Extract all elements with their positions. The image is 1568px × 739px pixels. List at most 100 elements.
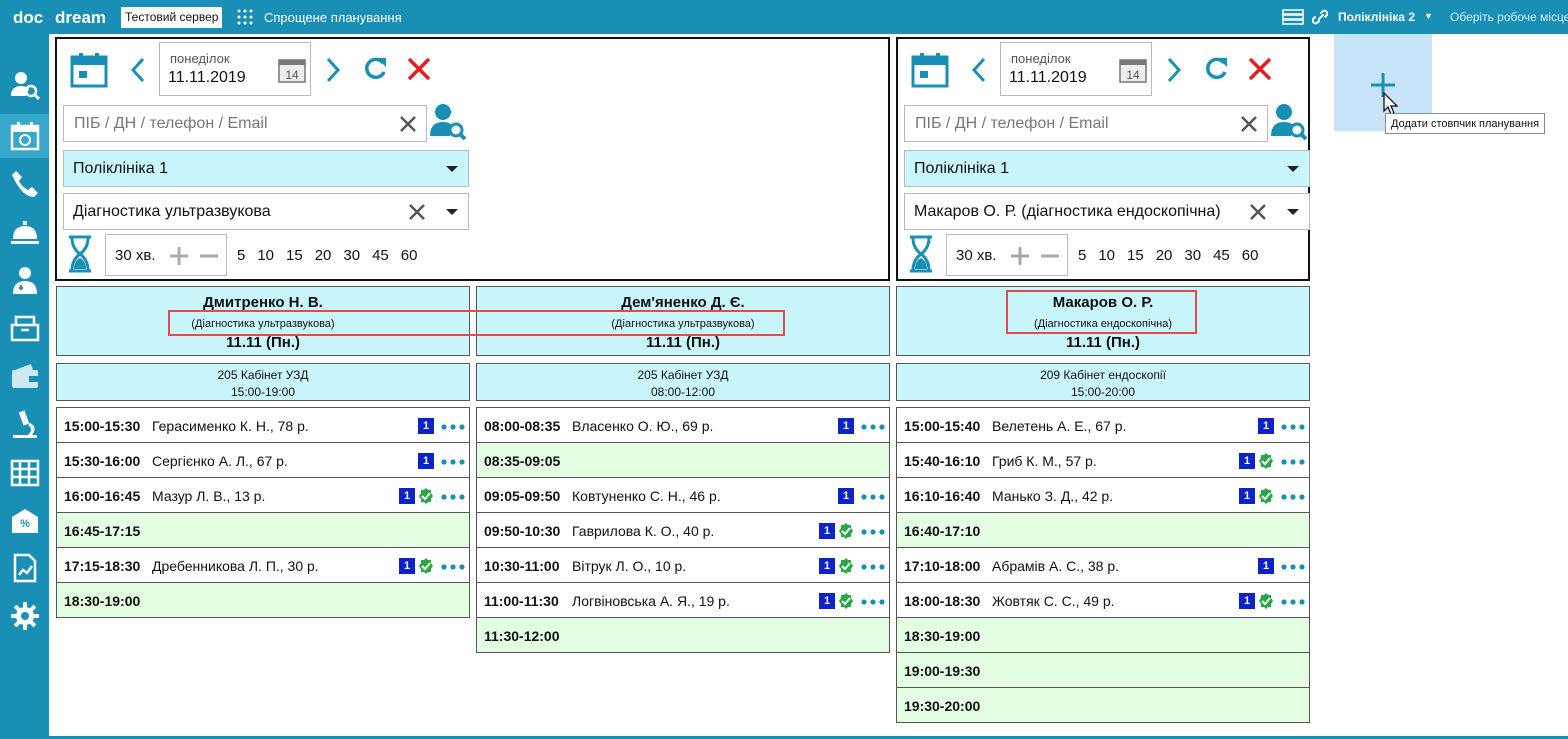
appointment-slot[interactable]: 11:00-11:30 Логвіновська А. Я., 19 р. 1 bbox=[477, 583, 889, 618]
appointment-slot[interactable]: 09:05-09:50 Ковтуненко С. Н., 46 р. 1 bbox=[477, 478, 889, 513]
free-slot[interactable]: 08:35-09:05 bbox=[477, 443, 889, 478]
free-slot[interactable]: 18:30-19:00 bbox=[57, 583, 469, 618]
clear-icon[interactable] bbox=[408, 203, 426, 221]
doctor-header[interactable]: Макаров О. Р. (Діагностика ендоскопічна)… bbox=[896, 286, 1310, 356]
workplace-selector[interactable]: Оберіть робоче місце bbox=[1450, 10, 1568, 24]
refresh-icon[interactable] bbox=[362, 55, 388, 83]
interval-option[interactable]: 10 bbox=[1098, 247, 1115, 264]
interval-option[interactable]: 30 bbox=[1184, 247, 1201, 264]
interval-value[interactable]: 30 хв. bbox=[956, 247, 997, 264]
date-calendar-icon[interactable]: 14 bbox=[1119, 57, 1147, 83]
more-options-icon[interactable] bbox=[1281, 459, 1305, 465]
close-column-icon[interactable] bbox=[406, 56, 432, 82]
free-slot[interactable]: 18:30-19:00 bbox=[897, 618, 1309, 653]
close-column-icon[interactable] bbox=[1247, 56, 1273, 82]
calendar-icon[interactable] bbox=[70, 52, 108, 88]
clinic-selector[interactable]: Поліклініка 2 bbox=[1338, 10, 1415, 24]
sidebar-item-schedule[interactable] bbox=[0, 114, 49, 158]
patient-name[interactable]: Власенко О. Ю., 69 р. bbox=[572, 418, 713, 434]
free-slot[interactable]: 19:30-20:00 bbox=[897, 688, 1309, 723]
sidebar-item-laboratory[interactable] bbox=[0, 402, 49, 446]
more-options-icon[interactable] bbox=[441, 459, 465, 465]
interval-option[interactable]: 20 bbox=[1156, 247, 1173, 264]
next-day-icon[interactable] bbox=[1166, 57, 1182, 83]
appointment-slot[interactable]: 15:00-15:30 Герасименко К. Н., 78 р. 1 bbox=[57, 408, 469, 443]
interval-option[interactable]: 15 bbox=[1127, 247, 1144, 264]
date-picker[interactable]: понеділок 11.11.2019 14 bbox=[1000, 42, 1152, 96]
sidebar-item-reception[interactable] bbox=[0, 210, 49, 254]
patient-name[interactable]: Сергієнко А. Л., 67 р. bbox=[152, 453, 288, 469]
clear-icon[interactable] bbox=[1240, 115, 1258, 133]
clinic-select[interactable]: Поліклініка 1 bbox=[63, 150, 469, 187]
patient-name[interactable]: Герасименко К. Н., 78 р. bbox=[152, 418, 309, 434]
sidebar-item-patient-search[interactable] bbox=[0, 63, 49, 107]
apps-grid-icon[interactable] bbox=[237, 9, 253, 25]
patient-name[interactable]: Ковтуненко С. Н., 46 р. bbox=[572, 488, 721, 504]
plus-icon[interactable] bbox=[169, 246, 189, 266]
interval-option[interactable]: 45 bbox=[1213, 247, 1230, 264]
interval-option[interactable]: 5 bbox=[237, 247, 245, 264]
more-options-icon[interactable] bbox=[861, 564, 885, 570]
interval-option[interactable]: 10 bbox=[257, 247, 274, 264]
appointment-slot[interactable]: 15:00-15:40 Велетень А. Е., 67 р. 1 bbox=[897, 408, 1309, 443]
patient-name[interactable]: Логвіновська А. Я., 19 р. bbox=[572, 593, 730, 609]
appointment-slot[interactable]: 15:40-16:10 Гриб К. М., 57 р. 1 bbox=[897, 443, 1309, 478]
interval-option[interactable]: 45 bbox=[372, 247, 389, 264]
prev-day-icon[interactable] bbox=[971, 57, 987, 83]
appointment-slot[interactable]: 17:10-18:00 Абрамів А. С., 38 р. 1 bbox=[897, 548, 1309, 583]
patient-name[interactable]: Велетень А. Е., 67 р. bbox=[992, 418, 1126, 434]
appointment-slot[interactable]: 16:00-16:45 Мазур Л. В., 13 р. 1 bbox=[57, 478, 469, 513]
page-title[interactable]: Спрощене планування bbox=[264, 10, 402, 25]
doctor-header[interactable]: Дем'яненко Д. Є. (Діагностика ультразвук… bbox=[476, 286, 890, 356]
patient-name[interactable]: Дребенникова Л. П., 30 р. bbox=[152, 558, 319, 574]
more-options-icon[interactable] bbox=[861, 494, 885, 500]
interval-option[interactable]: 60 bbox=[401, 247, 418, 264]
appointment-slot[interactable]: 18:00-18:30 Жовтяк С. С., 49 р. 1 bbox=[897, 583, 1309, 618]
clear-icon[interactable] bbox=[399, 115, 417, 133]
refresh-icon[interactable] bbox=[1203, 55, 1229, 83]
more-options-icon[interactable] bbox=[861, 424, 885, 430]
sidebar-item-discounts[interactable]: % bbox=[0, 498, 49, 542]
chevron-down-icon[interactable]: ▼ bbox=[1424, 11, 1433, 21]
more-options-icon[interactable] bbox=[1281, 424, 1305, 430]
more-options-icon[interactable] bbox=[1281, 599, 1305, 605]
chevron-down-icon[interactable] bbox=[1287, 209, 1299, 215]
prev-day-icon[interactable] bbox=[130, 57, 146, 83]
calendar-icon[interactable] bbox=[911, 52, 949, 88]
patient-name[interactable]: Мазур Л. В., 13 р. bbox=[152, 488, 265, 504]
patient-name[interactable]: Гаврилова К. О., 40 р. bbox=[572, 523, 714, 539]
more-options-icon[interactable] bbox=[1281, 494, 1305, 500]
more-options-icon[interactable] bbox=[1281, 564, 1305, 570]
date-picker[interactable]: понеділок 11.11.2019 14 bbox=[159, 42, 311, 96]
more-options-icon[interactable] bbox=[441, 424, 465, 430]
minus-icon[interactable] bbox=[1040, 246, 1060, 266]
chevron-down-icon[interactable] bbox=[1287, 166, 1299, 172]
patient-search-input[interactable] bbox=[64, 106, 384, 141]
interval-option[interactable]: 5 bbox=[1078, 247, 1086, 264]
appointment-slot[interactable]: 10:30-11:00 Вітрук Л. О., 10 р. 1 bbox=[477, 548, 889, 583]
patient-name[interactable]: Абрамів А. С., 38 р. bbox=[992, 558, 1119, 574]
free-slot[interactable]: 19:00-19:30 bbox=[897, 653, 1309, 688]
patient-name[interactable]: Жовтяк С. С., 49 р. bbox=[992, 593, 1115, 609]
patient-search-input[interactable] bbox=[905, 106, 1225, 141]
minus-icon[interactable] bbox=[199, 246, 219, 266]
patient-name[interactable]: Манько З. Д., 42 р. bbox=[992, 488, 1113, 504]
interval-option[interactable]: 15 bbox=[286, 247, 303, 264]
sidebar-item-wallet[interactable] bbox=[0, 354, 49, 398]
more-options-icon[interactable] bbox=[441, 494, 465, 500]
sidebar-item-settings[interactable] bbox=[0, 594, 49, 638]
sidebar-item-reports[interactable] bbox=[0, 546, 49, 590]
appointment-slot[interactable]: 09:50-10:30 Гаврилова К. О., 40 р. 1 bbox=[477, 513, 889, 548]
user-search-icon[interactable] bbox=[429, 103, 467, 141]
free-slot[interactable]: 16:45-17:15 bbox=[57, 513, 469, 548]
user-search-icon[interactable] bbox=[1270, 103, 1308, 141]
free-slot[interactable]: 11:30-12:00 bbox=[477, 618, 889, 653]
service-select[interactable]: Діагностика ультразвукова bbox=[63, 193, 469, 230]
sidebar-item-doctors[interactable] bbox=[0, 258, 49, 302]
chevron-down-icon[interactable] bbox=[446, 209, 458, 215]
appointment-slot[interactable]: 16:10-16:40 Манько З. Д., 42 р. 1 bbox=[897, 478, 1309, 513]
more-options-icon[interactable] bbox=[441, 564, 465, 570]
appointment-slot[interactable]: 15:30-16:00 Сергієнко А. Л., 67 р. 1 bbox=[57, 443, 469, 478]
appointment-slot[interactable]: 17:15-18:30 Дребенникова Л. П., 30 р. 1 bbox=[57, 548, 469, 583]
chevron-down-icon[interactable] bbox=[446, 166, 458, 172]
